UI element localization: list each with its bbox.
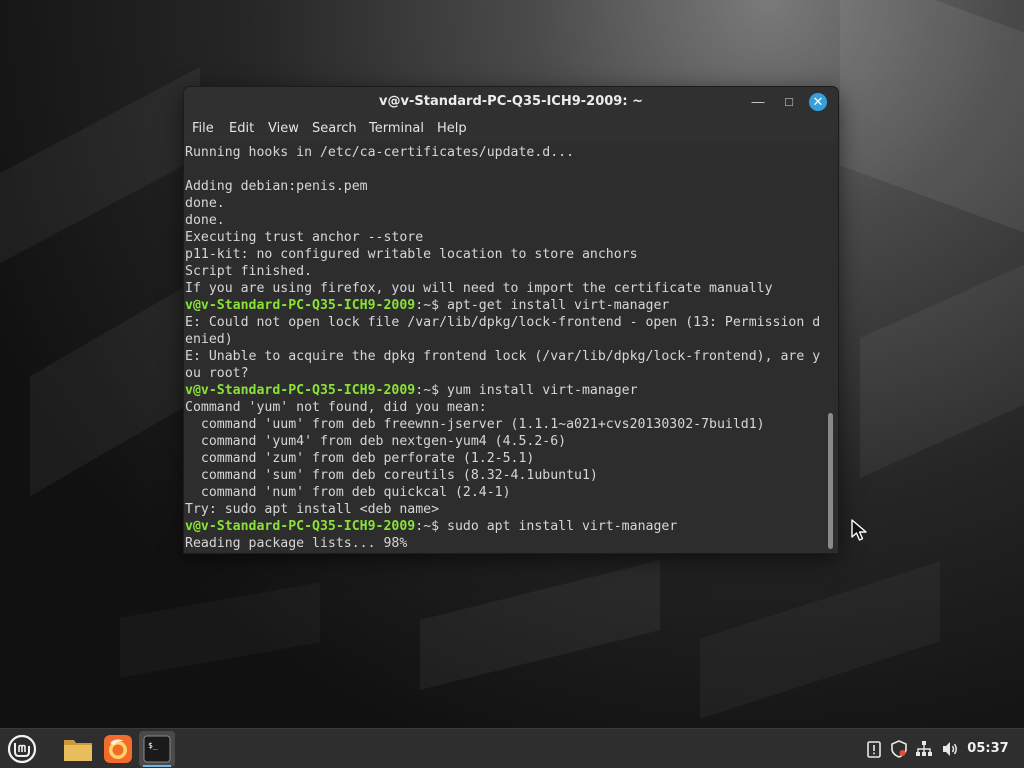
- window-title: v@v-Standard-PC-Q35-ICH9-2009: ~: [379, 94, 643, 109]
- menu-terminal[interactable]: Terminal: [369, 116, 424, 143]
- menu-help[interactable]: Help: [437, 116, 467, 143]
- mouse-pointer-icon: [851, 519, 867, 541]
- prompt-suffix: :~$: [415, 519, 448, 534]
- prompt-suffix: :~$: [415, 383, 448, 398]
- terminal-scrollbar[interactable]: [828, 413, 833, 549]
- terminal-output-line: E: Could not open lock file /var/lib/dpk…: [185, 315, 821, 330]
- terminal-command-line: v@v-Standard-PC-Q35-ICH9-2009:~$ sudo ap…: [185, 518, 838, 535]
- command-text: apt-get install virt-manager: [447, 298, 670, 313]
- terminal-output-line: Script finished.: [185, 264, 313, 279]
- terminal-output-line: Executing trust anchor --store: [185, 230, 424, 245]
- files-icon: [64, 740, 92, 761]
- clock[interactable]: 05:37: [964, 729, 1012, 768]
- terminal-output-line: enied): [185, 332, 233, 347]
- menu-search[interactable]: Search: [312, 116, 357, 143]
- terminal-icon: $_: [143, 735, 171, 763]
- terminal-command-line: v@v-Standard-PC-Q35-ICH9-2009:~$ yum ins…: [185, 382, 838, 399]
- menubar: File Edit View Search Terminal Help: [184, 116, 838, 143]
- terminal-output-line: Try: sudo apt install <deb name>: [185, 502, 440, 517]
- window-titlebar[interactable]: v@v-Standard-PC-Q35-ICH9-2009: ~ — □ ✕: [184, 87, 838, 116]
- firefox-launcher[interactable]: [100, 731, 136, 767]
- command-text: yum install virt-manager: [447, 383, 638, 398]
- maximize-button[interactable]: □: [780, 93, 798, 111]
- terminal-icon-glyph: $_: [148, 741, 158, 750]
- menu-edit[interactable]: Edit: [229, 116, 254, 143]
- terminal-output-line: done.: [185, 196, 225, 211]
- menu-view[interactable]: View: [268, 116, 299, 143]
- terminal-output-line: command 'yum4' from deb nextgen-yum4 (4.…: [185, 434, 567, 449]
- prompt-suffix: :~$: [415, 298, 448, 313]
- firefox-icon: [104, 735, 132, 763]
- terminal-launcher[interactable]: $_: [139, 731, 175, 767]
- shell-prompt: v@v-Standard-PC-Q35-ICH9-2009: [185, 519, 416, 534]
- volume-icon[interactable]: [940, 739, 960, 759]
- terminal-output-line: E: Unable to acquire the dpkg frontend l…: [185, 349, 821, 364]
- terminal-command-line: v@v-Standard-PC-Q35-ICH9-2009:~$ apt-get…: [185, 297, 838, 314]
- terminal-output-line: Reading package lists... 98%: [185, 536, 408, 551]
- shield-icon[interactable]: [889, 739, 909, 759]
- terminal-output-line: If you are using firefox, you will need …: [185, 281, 773, 296]
- terminal-output-line: done.: [185, 213, 225, 228]
- terminal-output-line: p11-kit: no configured writable location…: [185, 247, 638, 262]
- terminal-output-line: Running hooks in /etc/ca-certificates/up…: [185, 145, 575, 160]
- taskbar: $_ 05:37: [0, 728, 1024, 768]
- start-menu-button[interactable]: [4, 731, 40, 767]
- notifications-icon[interactable]: [864, 739, 884, 759]
- terminal-window[interactable]: v@v-Standard-PC-Q35-ICH9-2009: ~ — □ ✕ F…: [184, 87, 838, 553]
- minimize-button[interactable]: —: [749, 93, 767, 111]
- terminal-output-line: command 'sum' from deb coreutils (8.32-4…: [185, 468, 598, 483]
- terminal-output-line: Command 'yum' not found, did you mean:: [185, 400, 487, 415]
- terminal-output-line: command 'uum' from deb freewnn-jserver (…: [185, 417, 765, 432]
- terminal-output-line: command 'zum' from deb perforate (1.2-5.…: [185, 451, 535, 466]
- menu-file[interactable]: File: [192, 116, 214, 143]
- terminal-output-line: command 'num' from deb quickcal (2.4-1): [185, 485, 511, 500]
- shell-prompt: v@v-Standard-PC-Q35-ICH9-2009: [185, 298, 416, 313]
- terminal-output[interactable]: Running hooks in /etc/ca-certificates/up…: [184, 143, 838, 553]
- network-icon[interactable]: [914, 739, 934, 759]
- terminal-output-line: Adding debian:penis.pem: [185, 179, 368, 194]
- linux-mint-logo-icon: [7, 734, 37, 764]
- command-text: sudo apt install virt-manager: [447, 519, 678, 534]
- terminal-output-line: ou root?: [185, 366, 249, 381]
- shell-prompt: v@v-Standard-PC-Q35-ICH9-2009: [185, 383, 416, 398]
- files-launcher[interactable]: [60, 731, 96, 767]
- close-button[interactable]: ✕: [809, 93, 827, 111]
